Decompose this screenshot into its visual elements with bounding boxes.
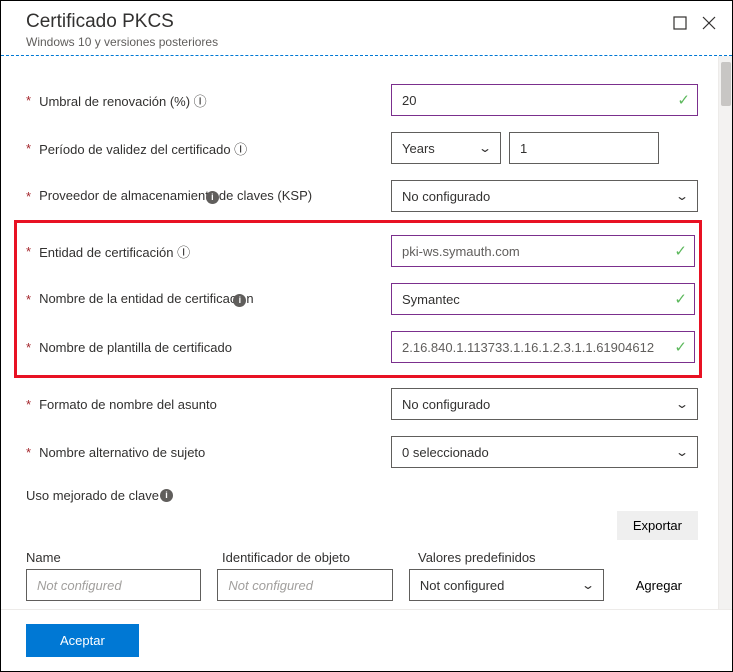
validity-period-label: Período de validez del certificado Ⓘ <box>39 139 247 158</box>
ksp-label: Proveedor de almacenamientide claves (KS… <box>39 188 312 204</box>
col-oid-header: Identificador de objeto <box>222 550 402 565</box>
ca-input[interactable] <box>391 235 695 267</box>
ca-name-input[interactable] <box>391 283 695 315</box>
info-icon: i <box>160 489 173 502</box>
chevron-down-icon: ⌄ <box>675 445 689 459</box>
scrollbar-thumb[interactable] <box>721 62 731 106</box>
validity-value-input[interactable]: 1 <box>509 132 659 164</box>
san-value: 0 seleccionado <box>402 445 489 460</box>
required-marker: * <box>26 244 31 259</box>
info-icon: i <box>206 191 219 204</box>
validity-value-text: 1 <box>520 141 527 156</box>
required-marker: * <box>26 292 31 307</box>
san-label: Nombre alternativo de sujeto <box>39 445 205 460</box>
required-marker: * <box>26 93 31 108</box>
eku-predefined-select[interactable]: Not configured ⌄ <box>409 569 604 601</box>
close-icon[interactable] <box>701 15 717 36</box>
col-predefined-header: Valores predefinidos <box>418 550 618 565</box>
template-name-input[interactable] <box>391 331 695 363</box>
placeholder-text: Not configured <box>228 578 313 593</box>
required-marker: * <box>26 189 31 204</box>
renewal-threshold-input[interactable] <box>391 84 698 116</box>
chevron-down-icon: ⌄ <box>675 397 689 411</box>
eku-label: Uso mejorado de clave <box>26 488 159 503</box>
eku-predefined-value: Not configured <box>420 578 505 593</box>
validity-unit-value: Years <box>402 141 435 156</box>
export-button[interactable]: Exportar <box>617 511 698 540</box>
subject-format-select[interactable]: No configurado ⌄ <box>391 388 698 420</box>
eku-oid-input[interactable]: Not configured <box>217 569 392 601</box>
ca-name-label: Nombre de la entidad de certificacin <box>39 291 254 307</box>
page-title: Certificado PKCS <box>26 11 218 33</box>
san-select[interactable]: 0 seleccionado ⌄ <box>391 436 698 468</box>
ksp-value: No configurado <box>402 189 490 204</box>
eku-name-input[interactable]: Not configured <box>26 569 201 601</box>
chevron-down-icon: ⌄ <box>675 189 689 203</box>
required-marker: * <box>26 397 31 412</box>
subject-format-value: No configurado <box>402 397 490 412</box>
page-subtitle: Windows 10 y versiones posteriores <box>26 35 218 49</box>
add-button[interactable]: Agregar <box>620 571 698 600</box>
validity-unit-select[interactable]: Years ⌄ <box>391 132 501 164</box>
renewal-threshold-label: Umbral de renovación (%) Ⓘ <box>39 91 207 110</box>
subject-format-label: Formato de nombre del asunto <box>39 397 217 412</box>
chevron-down-icon: ⌄ <box>581 578 595 592</box>
ca-label: Entidad de certificación Ⓘ <box>39 242 190 261</box>
required-marker: * <box>26 340 31 355</box>
required-marker: * <box>26 445 31 460</box>
maximize-icon[interactable] <box>673 16 687 35</box>
info-icon: i <box>233 294 246 307</box>
required-marker: * <box>26 141 31 156</box>
scrollbar[interactable] <box>718 56 732 609</box>
template-name-label: Nombre de plantilla de certificado <box>39 340 232 355</box>
chevron-down-icon: ⌄ <box>478 141 492 155</box>
col-name-header: Name <box>26 550 206 565</box>
placeholder-text: Not configured <box>37 578 122 593</box>
ksp-select[interactable]: No configurado ⌄ <box>391 180 698 212</box>
accept-button[interactable]: Aceptar <box>26 624 139 657</box>
highlight-box: *Entidad de certificación Ⓘ ✓ *Nombre de… <box>14 220 702 378</box>
